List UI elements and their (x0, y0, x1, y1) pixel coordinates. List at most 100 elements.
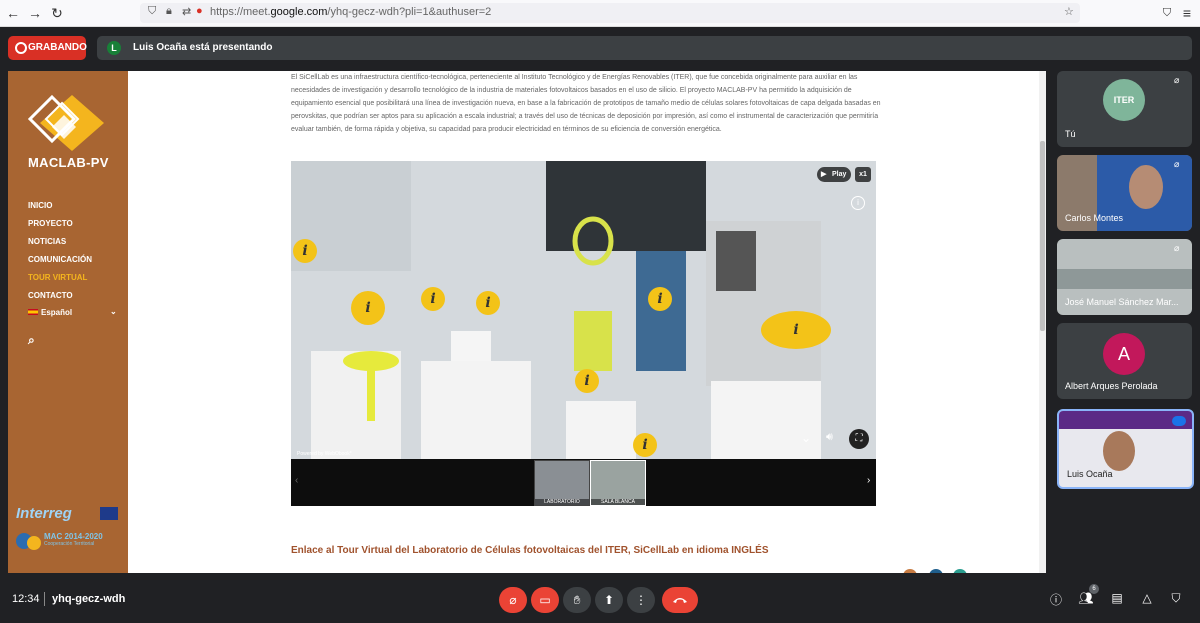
menu-icon[interactable]: ≡ (1178, 4, 1196, 22)
site-sidebar: MACLAB-PV INICIO PROYECTO NOTICIAS COMUN… (8, 71, 128, 573)
thumb-sala-blanca[interactable]: SALA BLANCA (590, 460, 646, 506)
hangup-icon (673, 598, 687, 603)
url-suffix: /yhq-gecz-wdh?pli=1&authuser=2 (327, 6, 492, 18)
menu-item-contacto[interactable]: CONTACTO (28, 291, 73, 300)
menu-item-comunicacion[interactable]: COMUNICACIÓN (28, 255, 92, 264)
scrollbar[interactable] (1039, 71, 1046, 573)
next-scene-icon[interactable]: › (867, 475, 870, 486)
url-domain: google.com (270, 6, 328, 18)
present-screen-icon: ⬆ (603, 593, 615, 607)
participant-tile-jose-manuel[interactable]: ⌀ José Manuel Sánchez Mar... (1057, 239, 1192, 315)
pocket-icon[interactable]: ⛉ (1158, 4, 1176, 22)
leave-call-button[interactable] (662, 587, 698, 613)
reload-icon[interactable]: ↻ (48, 4, 66, 22)
intro-paragraph: El SiCellLab es una infraestructura cien… (291, 74, 881, 133)
record-icon (15, 42, 27, 54)
mac-subtitle: Cooperación Territorial (44, 541, 95, 547)
meeting-info-icon[interactable]: ⓘ (1047, 591, 1065, 609)
present-button[interactable]: ⬆ (595, 587, 623, 613)
participant-face (1129, 165, 1163, 209)
mic-active-icon: ● (196, 5, 203, 17)
bookmark-star-icon[interactable]: ☆ (1064, 5, 1074, 18)
share-button-3[interactable] (953, 569, 967, 573)
clock: 12:34 (12, 593, 40, 605)
iter-avatar: ITER (1103, 79, 1145, 121)
participant-name: Tú (1065, 129, 1076, 139)
more-options-button[interactable]: ⋮ (627, 587, 655, 613)
host-controls-icon[interactable]: ⛉ (1167, 591, 1185, 609)
speed-button[interactable]: x1 (855, 167, 871, 182)
chat-icon[interactable]: ▤ (1108, 591, 1126, 609)
participant-face (1103, 431, 1135, 471)
presenter-avatar: L (107, 41, 121, 55)
shield-icon: ⛉ (148, 5, 157, 17)
prev-scene-icon[interactable]: ‹ (295, 475, 298, 486)
more-vert-icon: ⋮ (635, 593, 647, 607)
mac-logo-icon (16, 533, 41, 550)
share-button-2[interactable] (929, 569, 943, 573)
info-hotspot-4[interactable]: i (476, 291, 500, 315)
play-label: Play (832, 171, 847, 178)
participant-name: Albert Arques Perolada (1065, 381, 1158, 391)
permissions-icon[interactable]: ⇄ (182, 5, 191, 18)
activities-icon[interactable]: △ (1138, 591, 1156, 609)
tour-english-link[interactable]: Enlace al Tour Virtual del Laboratorio d… (291, 545, 769, 556)
participant-tile-albert[interactable]: A Albert Arques Perolada (1057, 323, 1192, 399)
meeting-code: yhq-gecz-wdh (52, 593, 126, 605)
thumb-label: LABORATORIO (535, 499, 589, 505)
participant-tile-you[interactable]: ITER ⌀ Tú (1057, 71, 1192, 147)
recording-button[interactable]: GRABANDO (8, 36, 87, 60)
participant-name: José Manuel Sánchez Mar... (1065, 297, 1179, 307)
presenting-banner: L Luis Ocaña está presentando (97, 36, 1192, 60)
menu-item-noticias[interactable]: NOTICIAS (28, 237, 66, 246)
participant-name: Carlos Montes (1065, 213, 1124, 223)
browser-toolbar: ← → ↻ ⛉ 🔒︎ ⇄ ● https://meet.google.com/y… (0, 0, 1200, 27)
participant-name: Luis Ocaña (1067, 469, 1113, 479)
mic-off-icon: ⌀ (1174, 243, 1180, 253)
virtual-tour-viewer[interactable]: i i i i i i i i ▶ Play x1 i ⌄ 🔊︎ ⛶ Powere… (291, 161, 876, 506)
back-icon[interactable]: ← (4, 4, 22, 22)
shared-screen: MACLAB-PV INICIO PROYECTO NOTICIAS COMUN… (8, 71, 1046, 573)
info-icon[interactable]: i (851, 196, 865, 210)
chevron-down-icon[interactable]: ⌄ (110, 307, 117, 316)
info-hotspot-3[interactable]: i (421, 287, 445, 311)
scrollbar-thumb[interactable] (1040, 141, 1045, 331)
search-icon[interactable]: ⌕ (28, 333, 35, 348)
mac-title: MAC 2014-2020 (44, 532, 103, 541)
info-hotspot-2[interactable]: i (351, 291, 385, 325)
fullscreen-icon[interactable]: ⛶ (849, 429, 869, 449)
camera-toggle-button[interactable]: ▭ (531, 587, 559, 613)
volume-icon[interactable]: 🔊︎ (826, 431, 833, 444)
mic-toggle-button[interactable]: ⌀ (499, 587, 527, 613)
menu-item-inicio[interactable]: INICIO (28, 201, 52, 210)
info-hotspot-8[interactable]: i (633, 433, 657, 457)
info-hotspot-7[interactable]: i (575, 369, 599, 393)
share-button-1[interactable] (903, 569, 917, 573)
forward-icon[interactable]: → (26, 4, 44, 22)
video-feed (1057, 269, 1192, 289)
play-icon: ▶ (821, 171, 827, 178)
raise-hand-button[interactable]: ✋︎ (563, 587, 591, 613)
info-hotspot-1[interactable]: i (293, 239, 317, 263)
lock-icon: 🔒︎ (166, 5, 172, 17)
menu-item-proyecto[interactable]: PROYECTO (28, 219, 73, 228)
menu-item-tour-virtual[interactable]: TOUR VIRTUAL (28, 273, 87, 282)
mic-off-icon: ⌀ (1174, 75, 1180, 85)
language-select[interactable]: Español (41, 308, 72, 317)
play-button[interactable]: ▶ Play (817, 167, 851, 182)
info-hotspot-6[interactable]: i (761, 311, 831, 349)
collapse-chevron-icon[interactable]: ⌄ (801, 431, 811, 445)
scene-thumbnails: ‹ LABORATORIO SALA BLANCA › (291, 459, 876, 506)
info-hotspot-5[interactable]: i (648, 287, 672, 311)
hand-icon: ✋︎ (573, 593, 581, 607)
participant-tile-carlos[interactable]: ⌀ Carlos Montes (1057, 155, 1192, 231)
spain-flag-icon (28, 309, 38, 315)
address-bar[interactable]: ⛉ 🔒︎ ⇄ ● https://meet.google.com/yhq-gec… (140, 3, 1080, 23)
presenting-text: Luis Ocaña está presentando (133, 42, 273, 53)
thumb-laboratorio[interactable]: LABORATORIO (534, 460, 590, 506)
participant-tile-luis[interactable]: Luis Ocaña (1057, 409, 1194, 489)
participants-badge: 6 (1089, 584, 1099, 594)
site-title: MACLAB-PV (28, 155, 109, 170)
maclab-logo (28, 94, 104, 151)
thumb-label: SALA BLANCA (591, 499, 645, 505)
